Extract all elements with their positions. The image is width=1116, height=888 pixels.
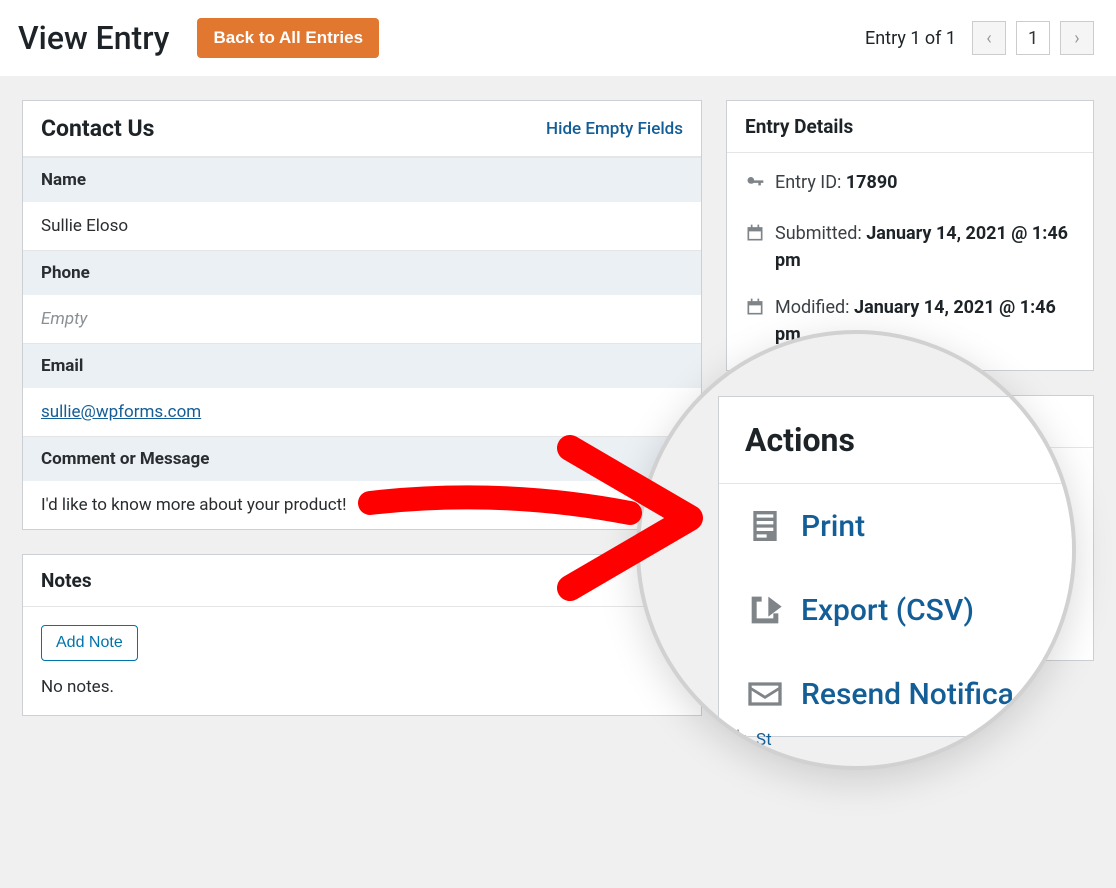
field-label-email: Email [23, 343, 701, 388]
entry-pager: Entry 1 of 1 ‹ 1 › [865, 21, 1094, 55]
mail-icon [745, 674, 785, 714]
detail-entry-id: Entry ID: 17890 [745, 169, 1075, 200]
magnified-export-label: Export (CSV) [801, 593, 974, 628]
magnifier-overlay: Actions Print Export (CSV) Resend Notifi… [636, 330, 1076, 770]
pager-next-button[interactable]: › [1060, 21, 1094, 55]
field-value-phone: Empty [23, 295, 701, 343]
top-bar: View Entry Back to All Entries Entry 1 o… [0, 0, 1116, 76]
entry-id-label: Entry ID: [775, 172, 841, 193]
calendar-icon [745, 297, 765, 325]
pager-prev-button[interactable]: ‹ [972, 21, 1006, 55]
field-label-name: Name [23, 157, 701, 202]
magnified-actions-header: Actions [719, 397, 1072, 484]
magnified-action-resend[interactable]: Resend Notifica [719, 652, 1072, 736]
entry-fields-header: Contact Us Hide Empty Fields [23, 101, 701, 157]
detail-submitted: Submitted: January 14, 2021 @ 1:46 pm [745, 220, 1075, 274]
form-title: Contact Us [41, 115, 154, 142]
field-value-name: Sullie Eloso [23, 202, 701, 250]
submitted-label: Submitted: [775, 223, 862, 244]
pager-count: Entry 1 of 1 [865, 28, 956, 49]
magnified-actions-title: Actions [745, 421, 1046, 459]
print-icon [745, 506, 785, 546]
page-title: View Entry [18, 19, 169, 57]
entry-id-value: 17890 [846, 172, 898, 193]
field-value-comment: I'd like to know more about your product… [23, 481, 701, 529]
pager-page-number: 1 [1016, 21, 1050, 55]
magnified-actions-card: Actions Print Export (CSV) Resend Notifi… [718, 396, 1072, 737]
key-icon [745, 172, 765, 200]
hide-empty-fields-link[interactable]: Hide Empty Fields [546, 119, 683, 139]
notes-header: Notes [23, 555, 701, 607]
field-value-email: sullie@wpforms.com [23, 388, 701, 436]
entry-details-title: Entry Details [745, 115, 853, 138]
entry-details-header: Entry Details [727, 101, 1093, 153]
entry-fields-card: Contact Us Hide Empty Fields Name Sullie… [22, 100, 702, 530]
entry-details-card: Entry Details Entry ID: 17890 [726, 100, 1094, 371]
magnified-star-label: St [756, 730, 772, 750]
magnified-action-star[interactable]: St [728, 727, 772, 752]
field-label-phone: Phone [23, 250, 701, 295]
left-column: Contact Us Hide Empty Fields Name Sullie… [22, 100, 702, 740]
email-link[interactable]: sullie@wpforms.com [41, 402, 201, 422]
no-notes-text: No notes. [41, 677, 683, 697]
export-icon [745, 590, 785, 630]
magnified-action-export[interactable]: Export (CSV) [719, 568, 1072, 652]
back-to-entries-button[interactable]: Back to All Entries [197, 18, 379, 58]
magnified-resend-label: Resend Notifica [801, 677, 1014, 712]
add-note-button[interactable]: Add Note [41, 625, 138, 661]
field-label-comment: Comment or Message [23, 436, 701, 481]
notes-card: Notes Add Note No notes. [22, 554, 702, 716]
calendar-icon [745, 223, 765, 251]
magnified-print-label: Print [801, 509, 865, 544]
notes-title: Notes [41, 569, 92, 592]
notes-body: Add Note No notes. [23, 607, 701, 715]
magnified-action-print[interactable]: Print [719, 484, 1072, 568]
star-icon [728, 727, 748, 752]
modified-label: Modified: [775, 297, 850, 318]
